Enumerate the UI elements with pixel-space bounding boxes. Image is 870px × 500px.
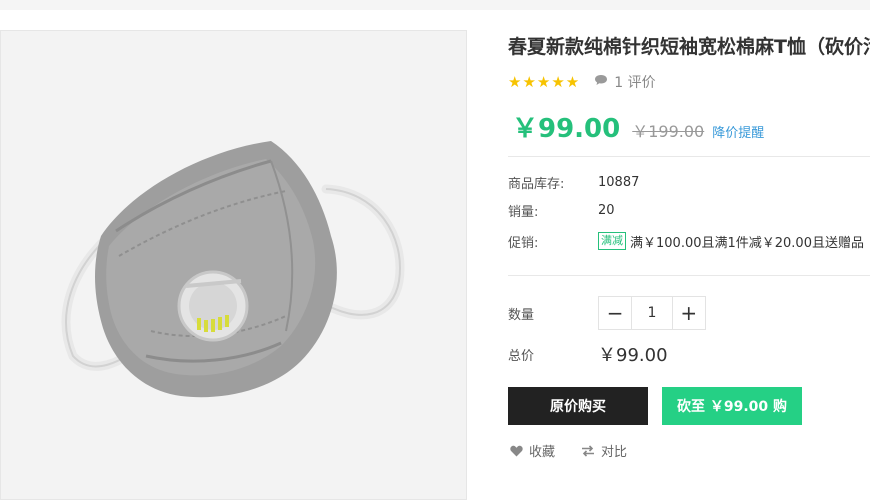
action-links: 收藏 对比 [510,441,627,460]
sales-value: 20 [598,202,615,218]
stock-row: 商品库存: 10887 [508,172,639,192]
stock-label: 商品库存: [508,176,565,192]
total-row: 总价 ￥99.00 [508,344,668,366]
buy-bargain-price-button[interactable]: 砍至 ￥99.00 购 [662,387,802,425]
price-row: ￥99.00 ￥199.00 降价提醒 [512,108,764,145]
price-drop-alert-link[interactable]: 降价提醒 [712,122,764,141]
plus-icon[interactable]: + [673,297,705,329]
rating-row: ★★★★★ 1 评价 [508,72,656,92]
quantity-input[interactable]: 1 [631,297,673,329]
divider [508,156,870,157]
compare-button[interactable]: 对比 [581,441,627,460]
heart-icon [510,445,523,456]
total-price: ￥99.00 [598,345,668,366]
promo-badge: 满减 [598,232,626,250]
favorite-button[interactable]: 收藏 [510,441,555,460]
buy-original-price-button[interactable]: 原价购买 [508,387,648,425]
quantity-stepper[interactable]: − 1 + [598,296,706,330]
current-price: ￥99.00 [512,114,621,144]
minus-icon[interactable]: − [599,297,631,329]
star-icon: ★★★★★ [508,73,581,91]
product-info: 春夏新款纯棉针织短袖宽松棉麻T恤（砍价活 ★★★★★ 1 评价 ￥99.00 ￥… [508,0,870,488]
sales-row: 销量: 20 [508,200,615,220]
review-link[interactable]: 1 评价 [594,72,656,92]
promo-row: 促销: 满减 满￥100.00且满1件减￥20.00且送赠品 [508,231,864,251]
promo-label: 促销: [508,235,539,251]
promo-text: 满￥100.00且满1件减￥20.00且送赠品 [630,235,864,251]
stock-value: 10887 [598,174,640,190]
compare-icon [582,444,595,457]
favorite-label: 收藏 [529,445,556,460]
divider [508,275,870,276]
product-image[interactable] [0,30,467,500]
mask-illustration [61,141,405,398]
review-count: 1 评价 [614,75,656,91]
sales-label: 销量: [508,204,539,220]
original-price: ￥199.00 [632,122,705,141]
quantity-row: 数量 [508,303,598,323]
comment-icon [594,74,608,90]
total-label: 总价 [508,348,535,364]
compare-label: 对比 [601,445,628,460]
product-title: 春夏新款纯棉针织短袖宽松棉麻T恤（砍价活 [508,36,870,58]
quantity-label: 数量 [508,307,535,323]
